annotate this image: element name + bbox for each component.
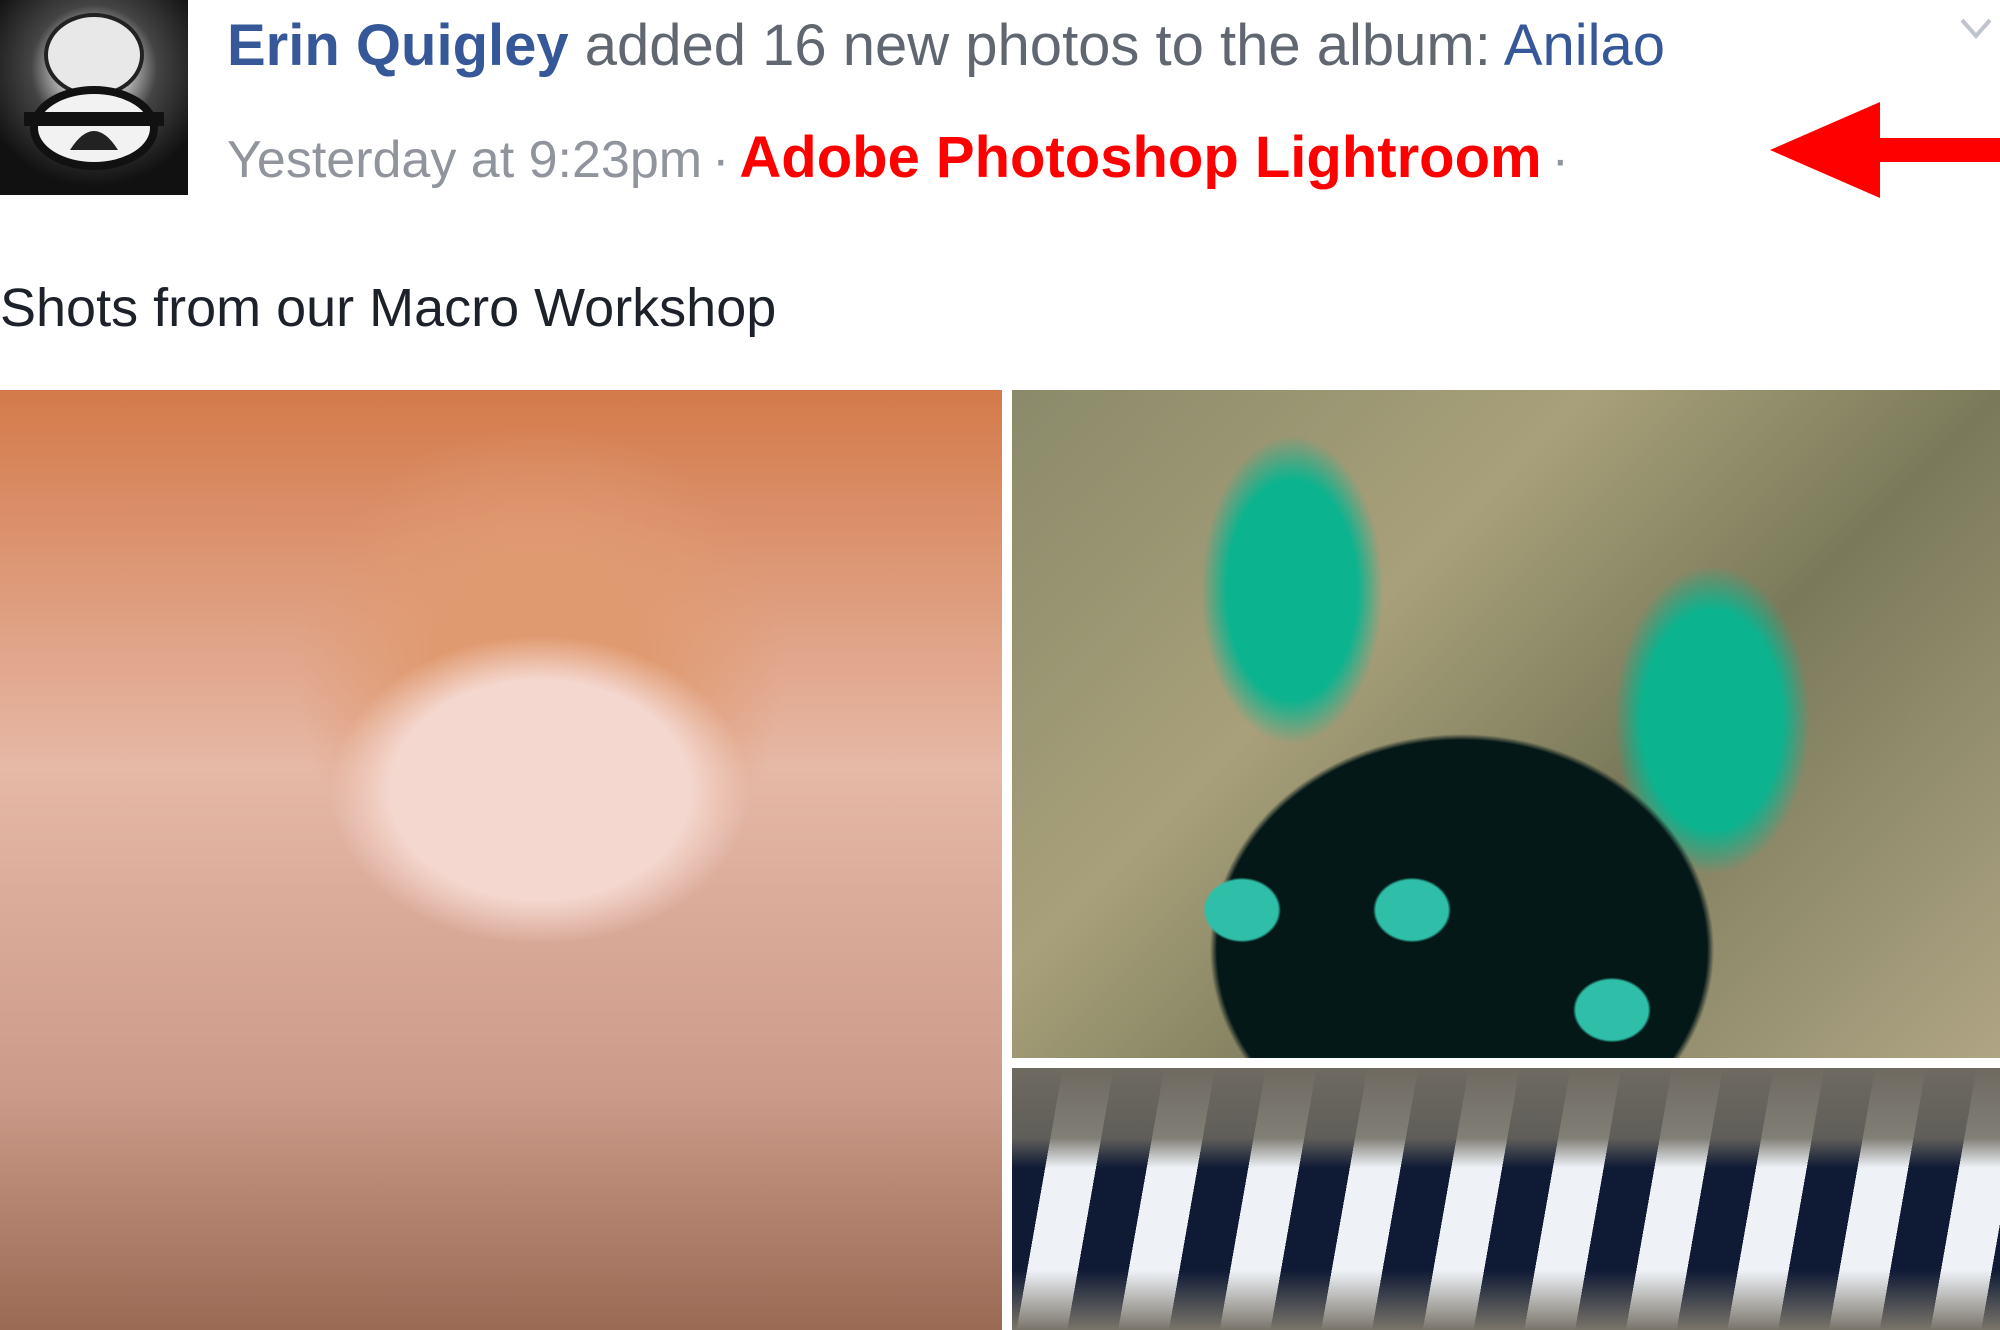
app-attribution-link[interactable]: Adobe Photoshop Lightroom xyxy=(739,125,1541,190)
separator-2: · xyxy=(1551,131,1569,189)
post-meta: Yesterday at 9:23pm · Adobe Photoshop Ligh… xyxy=(227,118,1579,198)
timestamp-link[interactable]: Yesterday at 9:23pm xyxy=(227,131,702,189)
red-arrow-left-icon xyxy=(1770,102,2000,198)
author-avatar[interactable] xyxy=(0,0,188,195)
post-caption: Shots from our Macro Workshop xyxy=(0,278,777,338)
photo-nudibranch[interactable] xyxy=(1012,390,2000,1058)
diver-mask-icon xyxy=(24,13,164,170)
photo-fish-closeup[interactable] xyxy=(0,390,1002,1330)
album-link[interactable]: Anilao xyxy=(1504,13,1665,78)
separator: · xyxy=(712,131,730,189)
post-header: Erin Quigley added 16 new photos to the … xyxy=(227,6,1665,86)
action-text: added 16 new photos to the album: xyxy=(568,13,1504,78)
chevron-down-icon[interactable] xyxy=(1958,10,1994,46)
photo-sea-snake[interactable] xyxy=(1012,1068,2000,1330)
author-name-link[interactable]: Erin Quigley xyxy=(227,13,569,78)
